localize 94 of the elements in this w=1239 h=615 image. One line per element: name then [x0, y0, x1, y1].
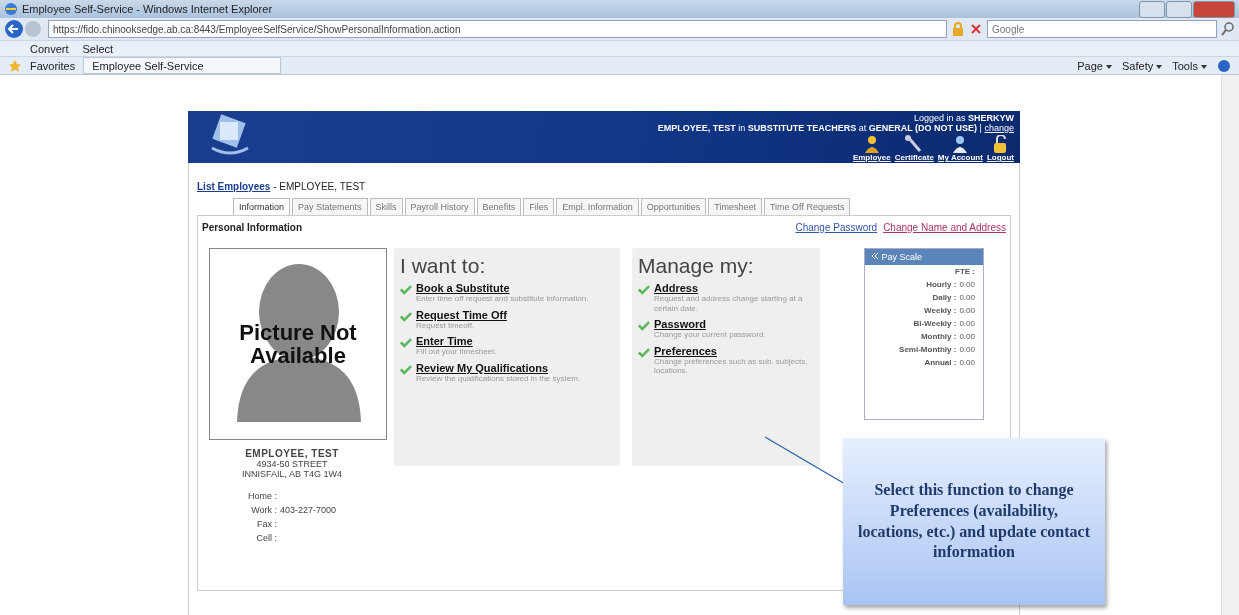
address-field[interactable]: https://fido.chinooksedge.ab.ca:8443/EmployeeSelfService/ShowPersonalInformation.action: [48, 20, 947, 38]
action-description: Request timeoff.: [416, 320, 476, 331]
header-action[interactable]: My Account: [937, 135, 983, 162]
search-field[interactable]: Google: [987, 20, 1217, 38]
pay-value: 0.00: [959, 344, 975, 356]
action-description: Enter time off request and substitute information.: [416, 294, 589, 304]
close-icon[interactable]: [969, 22, 983, 36]
tab[interactable]: Time Off Requests: [763, 198, 851, 215]
pay-value: 0.00: [959, 357, 975, 369]
action-description: Request and address change starting at a certain date.: [654, 294, 804, 314]
tab[interactable]: Pay Statements: [292, 198, 368, 215]
address-line: INNISFAIL, AB T4G 1W4: [242, 469, 342, 479]
list-employees-link[interactable]: List Employees: [197, 181, 271, 192]
tab[interactable]: Payroll History: [404, 198, 475, 215]
panel-link[interactable]: Change Name and Address: [883, 221, 1006, 233]
change-link[interactable]: change: [984, 123, 1014, 133]
action-link[interactable]: Preferences: [654, 344, 814, 357]
action-description: Change preferences such as sub. subjects, locations.: [654, 356, 809, 376]
browser-icon: [4, 2, 18, 16]
action-link[interactable]: Address: [654, 282, 814, 294]
close-button[interactable]: [1193, 0, 1235, 18]
check-icon: [638, 346, 650, 358]
header-action[interactable]: Employee: [852, 135, 891, 162]
pay-label: Hourly :: [926, 279, 957, 291]
contact-label: Work :: [250, 505, 277, 515]
caret-icon: [1201, 64, 1207, 69]
favorites-button[interactable]: Favorites: [30, 59, 76, 72]
check-icon: [400, 363, 412, 375]
panel-title: Personal Information: [202, 221, 302, 233]
check-icon: [400, 284, 412, 295]
pay-value: 0.00: [959, 279, 975, 291]
tab[interactable]: Files: [523, 198, 555, 215]
action-description: Change your current password.: [654, 330, 766, 340]
contact-value: 403-227-7000: [279, 505, 337, 515]
employee-name: EMPLOYEE, TEST: [245, 448, 339, 459]
check-icon: [400, 337, 412, 349]
contact-label: Fax :: [255, 519, 277, 529]
caret-icon: [1156, 64, 1163, 69]
contact-label: Cell :: [255, 533, 277, 543]
pay-scale-title[interactable]: Pay Scale: [865, 249, 983, 265]
pay-value: 0.00: [959, 292, 975, 304]
pay-label: FTE :: [955, 266, 975, 278]
action-description: Review the qualifications stored in the system.: [416, 373, 581, 384]
login-text: Logged in as SHERKYW: [913, 113, 1014, 123]
pay-value: 0.00: [959, 318, 975, 330]
pay-label: Daily :: [932, 292, 957, 304]
maximize-button[interactable]: [1166, 0, 1192, 18]
action-description: Fill out your timesheet.: [416, 347, 497, 357]
pay-label: Semi-Monthly :: [899, 344, 957, 356]
callout-note: Select this function to change Preferences (availability, locations, etc.) and update contact information: [843, 438, 1105, 605]
pay-label: Monthly :: [920, 331, 957, 343]
contact-label: Home :: [247, 491, 277, 501]
action-link[interactable]: Enter Time: [416, 335, 497, 348]
action-link[interactable]: Review My Qualifications: [416, 361, 581, 374]
action-link[interactable]: Book a Substitute: [416, 282, 589, 294]
header-action[interactable]: Certificate: [894, 135, 934, 162]
tab[interactable]: Benefits: [476, 198, 522, 215]
action-link[interactable]: Password: [654, 318, 766, 331]
tab[interactable]: Skills: [369, 198, 403, 215]
tab[interactable]: Empl. Information: [556, 198, 639, 215]
toolbar-button[interactable]: Convert: [30, 42, 69, 55]
menu-button[interactable]: Tools: [1172, 59, 1207, 72]
context-text: EMPLOYEE, TEST in SUBSTITUTE TEACHERS at GENERAL (DO NOT USE) | change: [657, 123, 1014, 133]
scrollbar[interactable]: [1221, 75, 1239, 615]
pay-value: 0.00: [959, 331, 975, 343]
caret-icon: [1106, 64, 1112, 69]
minimize-button[interactable]: [1139, 0, 1165, 18]
pay-label: Annual :: [924, 357, 957, 369]
browser-tab[interactable]: Employee Self-Service: [83, 57, 282, 74]
address-line: 4934-50 STREET: [256, 459, 328, 469]
search-icon[interactable]: [1221, 22, 1235, 36]
back-forward-icon[interactable]: [4, 19, 44, 39]
check-icon: [638, 284, 650, 295]
breadcrumb: List Employees - EMPLOYEE, TEST: [197, 180, 367, 194]
lock-icon: [951, 22, 965, 36]
window-title: Employee Self-Service - Windows Internet Explorer: [22, 3, 274, 15]
menu-button[interactable]: Page: [1077, 59, 1112, 72]
tab[interactable]: Opportunities: [640, 198, 707, 215]
collapse-icon: [871, 252, 879, 260]
header-action[interactable]: Logout: [986, 135, 1014, 162]
check-icon: [638, 320, 650, 332]
menu-button[interactable]: Safety: [1122, 59, 1163, 72]
tab[interactable]: Timesheet: [708, 198, 762, 215]
pay-value: 0.00: [959, 305, 975, 317]
pay-label: Weekly :: [924, 305, 957, 317]
tab[interactable]: Information: [233, 198, 291, 215]
section-heading: Manage my:: [638, 254, 755, 278]
panel-link[interactable]: Change Password: [795, 221, 878, 233]
section-heading: I want to:: [400, 254, 487, 278]
star-icon: [8, 58, 22, 73]
action-link[interactable]: Request Time Off: [416, 308, 507, 321]
check-icon: [400, 310, 412, 322]
pay-label: Bi-Weekly :: [913, 318, 957, 330]
toolbar-button[interactable]: Select: [82, 42, 114, 55]
